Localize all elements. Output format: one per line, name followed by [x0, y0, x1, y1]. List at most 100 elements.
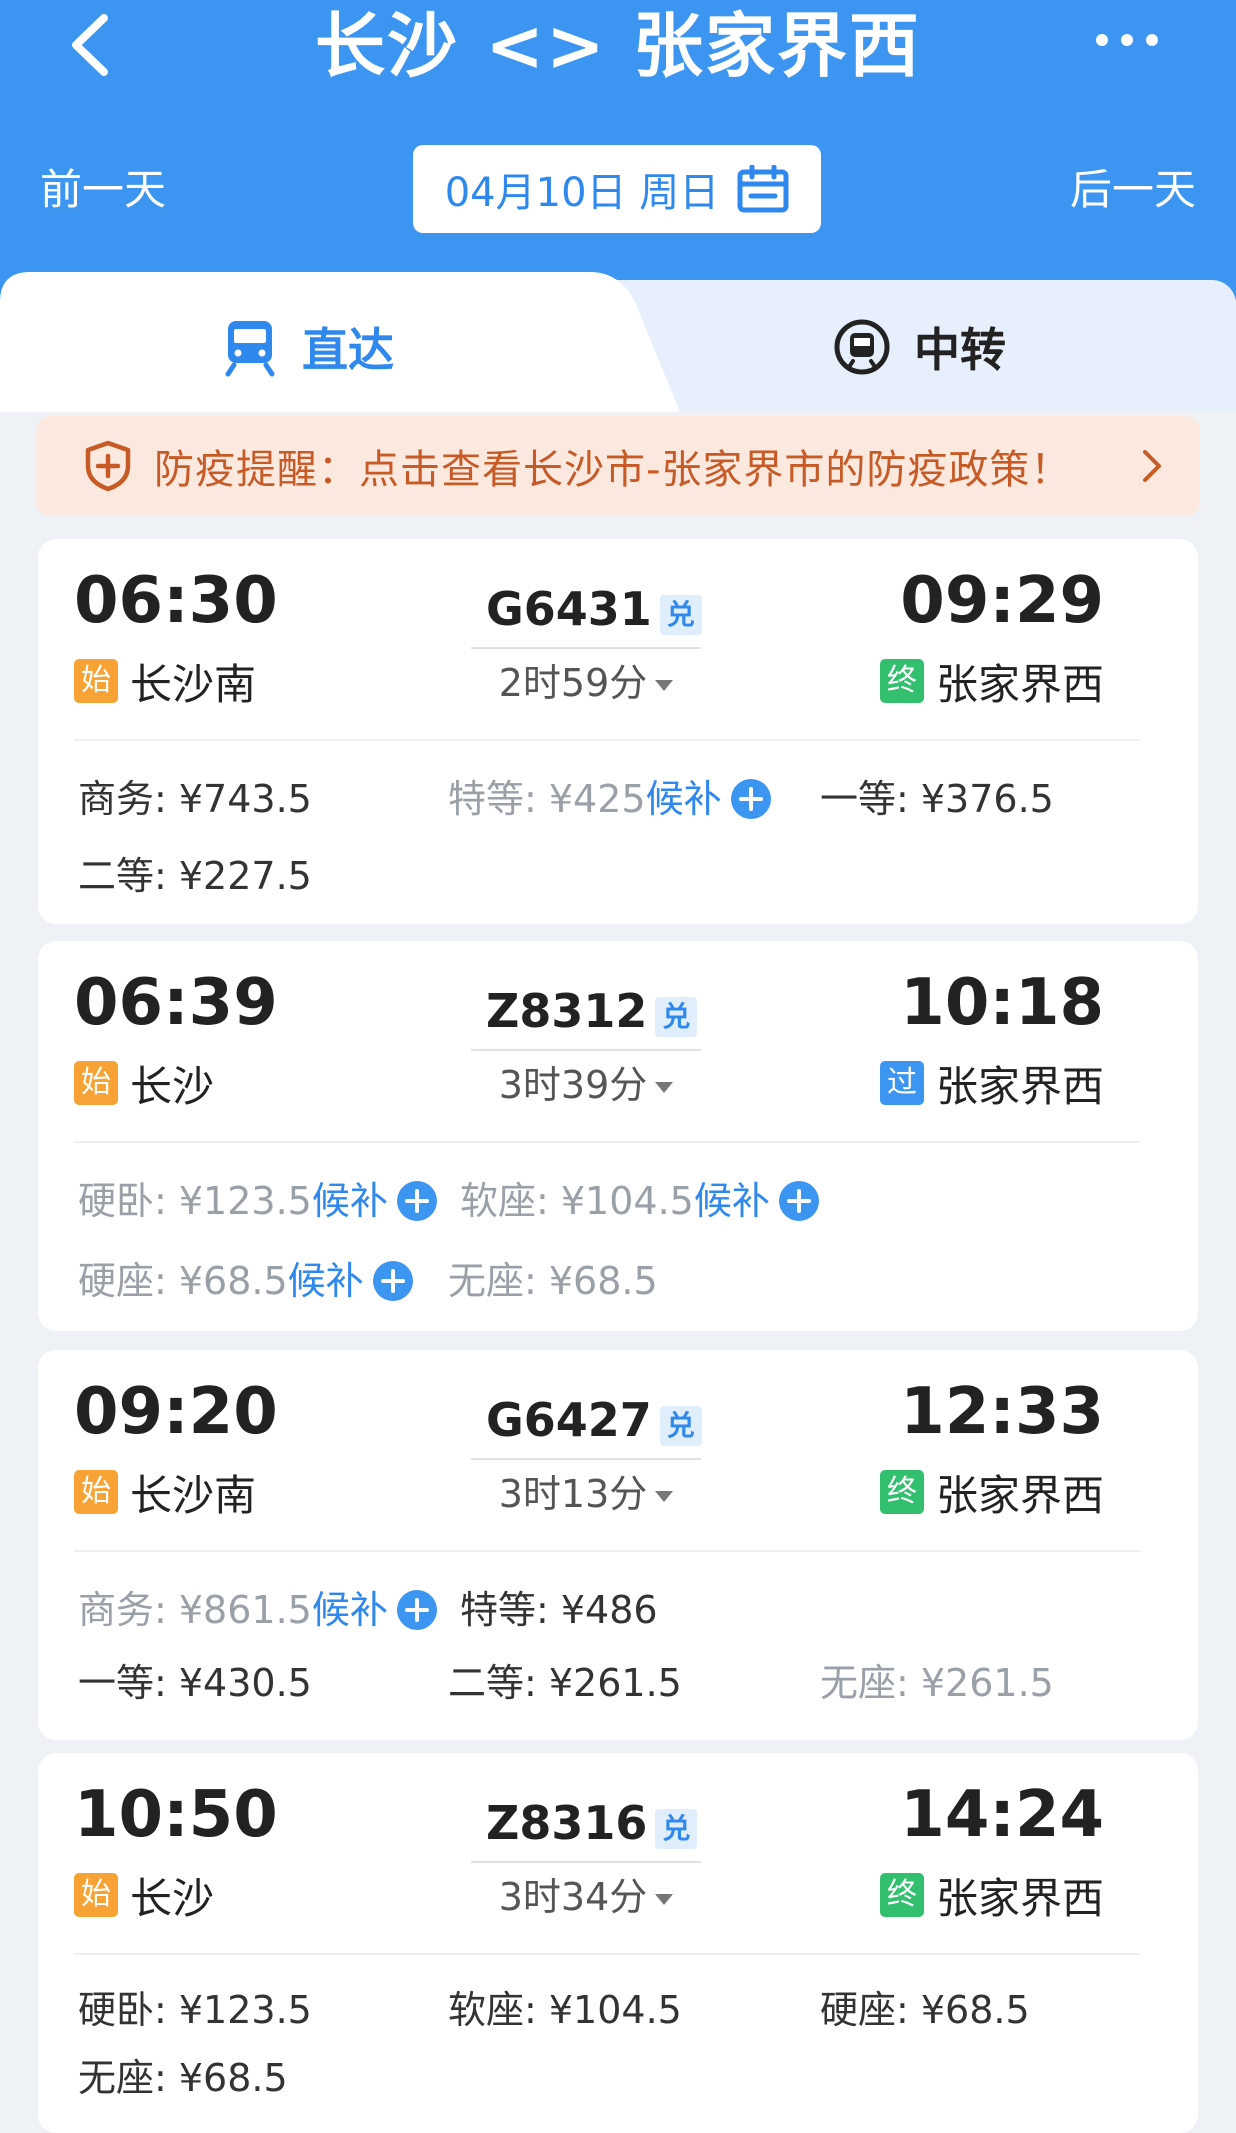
seat-price[interactable]: 软座: ¥104.5 候补: [460, 1176, 820, 1226]
train-number-group[interactable]: Z8316 兑: [486, 1791, 698, 1855]
waitlist-plus-icon[interactable]: [778, 1180, 820, 1222]
departure-time: 06:39: [74, 966, 278, 1040]
chevron-right-icon: [1143, 450, 1161, 482]
seat-price[interactable]: 硬座: ¥68.5 候补: [78, 1256, 414, 1306]
seat-price-label: 软座: ¥104.5: [460, 1179, 694, 1223]
duration-toggle[interactable]: 2时59分: [471, 647, 701, 719]
arrival-time: 10:18: [900, 966, 1104, 1040]
waitlist-label[interactable]: 候补: [646, 774, 722, 824]
arrival-station-name: 张家界西: [935, 1061, 1104, 1111]
seat-price[interactable]: 无座: ¥68.5: [448, 1256, 658, 1306]
arrival-station-name: 张家界西: [935, 1470, 1104, 1520]
more-icon[interactable]: [1092, 25, 1162, 55]
train-number-group[interactable]: Z8312 兑: [486, 979, 698, 1043]
seat-price[interactable]: 无座: ¥68.5: [78, 2053, 288, 2103]
duration-toggle[interactable]: 3时34分: [471, 1861, 701, 1933]
shield-icon: [85, 440, 131, 492]
tab-bar: 直达 中转: [0, 272, 1236, 412]
train-card[interactable]: 06:39 Z8312 兑 3时39分 10:18 始长沙过张家界西 硬卧: ¥123.5 候…: [38, 941, 1198, 1331]
start-tag: 始: [74, 1470, 118, 1514]
date-picker[interactable]: 04月10日 周日: [413, 145, 821, 233]
seat-price-label: 二等: ¥261.5: [448, 1661, 682, 1705]
train-card[interactable]: 10:50 Z8316 兑 3时34分 14:24 始长沙 终张家界西硬卧: ¥123.5 软…: [38, 1753, 1198, 2133]
duration-toggle[interactable]: 3时39分: [471, 1049, 701, 1121]
seat-price-label: 无座: ¥68.5: [78, 2056, 288, 2100]
duration-toggle[interactable]: 3时13分: [471, 1458, 701, 1530]
train-number-group[interactable]: G6431 兑: [486, 577, 702, 641]
exchange-badge: 兑: [655, 1809, 698, 1849]
exchange-badge: 兑: [655, 997, 698, 1037]
seat-price[interactable]: 无座: ¥261.5: [820, 1658, 1054, 1708]
arrival-station: 终张家界西: [879, 1865, 1104, 1925]
seat-price[interactable]: 特等: ¥486: [460, 1585, 658, 1635]
seat-price[interactable]: 二等: ¥227.5: [78, 851, 312, 901]
seat-price-label: 商务: ¥861.5: [78, 1588, 312, 1632]
terminal-tag: 终: [879, 659, 924, 703]
departure-station: 始长沙南: [74, 651, 256, 711]
duration-text: 3时13分: [498, 1472, 648, 1516]
prev-day-button[interactable]: 前一天: [40, 160, 166, 220]
caret-down-icon: [655, 1894, 674, 1905]
seat-price[interactable]: 一等: ¥376.5: [820, 774, 1054, 824]
start-tag: 始: [74, 1061, 118, 1105]
arrival-time: 12:33: [900, 1375, 1104, 1449]
waitlist-plus-icon[interactable]: [372, 1260, 414, 1302]
date-label: 04月10日 周日: [444, 170, 720, 216]
seat-price[interactable]: 商务: ¥861.5 候补: [78, 1585, 438, 1635]
seat-price[interactable]: 软座: ¥104.5: [448, 1985, 682, 2035]
departure-time: 06:30: [74, 564, 278, 638]
seat-price[interactable]: 商务: ¥743.5: [78, 774, 312, 824]
arrival-station-name: 张家界西: [935, 1873, 1104, 1923]
seat-price-label: 无座: ¥261.5: [820, 1661, 1054, 1705]
waitlist-plus-icon[interactable]: [396, 1589, 438, 1631]
departure-station: 始长沙: [74, 1865, 214, 1925]
seat-price[interactable]: 硬卧: ¥123.5 候补: [78, 1176, 438, 1226]
train-number-group[interactable]: G6427 兑: [486, 1388, 702, 1452]
waitlist-plus-icon[interactable]: [730, 778, 772, 820]
seat-price-label: 特等: ¥486: [460, 1588, 658, 1632]
seat-price-label: 二等: ¥227.5: [78, 854, 312, 898]
card-divider: [74, 1953, 1140, 1955]
seat-price[interactable]: 硬座: ¥68.5: [820, 1985, 1030, 2035]
card-divider: [74, 1550, 1140, 1552]
next-day-button[interactable]: 后一天: [1070, 160, 1196, 220]
transfer-icon: [834, 319, 890, 375]
tab-direct[interactable]: 直达: [220, 272, 394, 422]
terminal-tag: 终: [879, 1873, 924, 1917]
train-number: G6431: [486, 582, 652, 636]
train-card[interactable]: 06:30 G6431 兑 2时59分 09:29 始长沙南 终张家界西 商务: ¥743.5…: [38, 539, 1198, 924]
card-divider: [74, 739, 1140, 741]
waitlist-label[interactable]: 候补: [288, 1256, 364, 1306]
departure-station-name: 长沙: [130, 1061, 215, 1111]
departure-time: 10:50: [74, 1778, 278, 1852]
duration-text: 3时34分: [498, 1875, 648, 1919]
train-icon: [225, 321, 275, 377]
arrival-time: 14:24: [900, 1778, 1104, 1852]
arrival-time: 09:29: [900, 564, 1104, 638]
seat-price[interactable]: 一等: ¥430.5: [78, 1658, 312, 1708]
train-card[interactable]: 09:20 G6427 兑 3时13分 12:33 始长沙南 终张家界西 商务: ¥861.5…: [38, 1350, 1198, 1740]
seat-price-label: 特等: ¥425: [448, 777, 646, 821]
caret-down-icon: [655, 1491, 674, 1502]
calendar-icon: [737, 165, 789, 213]
departure-station-name: 长沙: [130, 1873, 215, 1923]
departure-station-name: 长沙南: [130, 659, 257, 709]
page-title: 长沙 <> 张家界西: [314, 5, 922, 87]
waitlist-label[interactable]: 候补: [312, 1176, 388, 1226]
waitlist-label[interactable]: 候补: [312, 1585, 388, 1635]
seat-price[interactable]: 特等: ¥425 候补: [448, 774, 772, 824]
waitlist-plus-icon[interactable]: [396, 1180, 438, 1222]
waitlist-label[interactable]: 候补: [694, 1176, 770, 1226]
terminal-tag: 终: [879, 1470, 924, 1514]
seat-price-label: 硬座: ¥68.5: [820, 1988, 1030, 2032]
seat-price-label: 一等: ¥430.5: [78, 1661, 312, 1705]
epidemic-notice-banner[interactable]: 防疫提醒：点击查看长沙市-张家界市的防疫政策！: [36, 416, 1200, 516]
seat-price[interactable]: 硬卧: ¥123.5: [78, 1985, 312, 2035]
caret-down-icon: [655, 680, 674, 691]
departure-time: 09:20: [74, 1375, 278, 1449]
seat-price-label: 商务: ¥743.5: [78, 777, 312, 821]
seat-price[interactable]: 二等: ¥261.5: [448, 1658, 682, 1708]
tab-transfer[interactable]: 中转: [832, 272, 1006, 422]
start-tag: 始: [74, 659, 118, 703]
tab-transfer-label: 中转: [914, 323, 1006, 377]
